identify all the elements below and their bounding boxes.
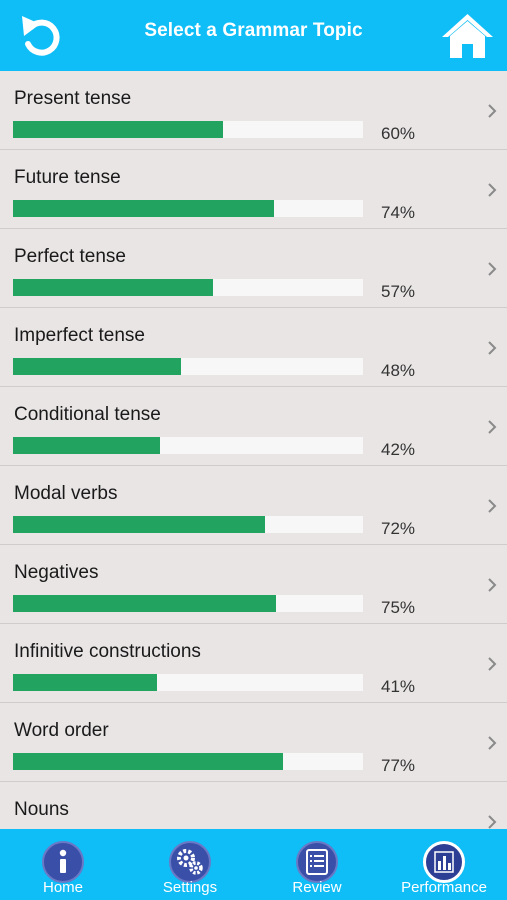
topic-label: Imperfect tense (14, 325, 145, 346)
gears-icon (177, 849, 203, 875)
topic-row[interactable]: Infinitive constructions 41% (0, 624, 507, 703)
tab-label: Settings (162, 879, 218, 896)
progress-percent: 57% (381, 282, 416, 301)
tab-label: Home (42, 879, 83, 896)
topic-row[interactable]: Word order 77% (0, 703, 507, 782)
topic-label: Future tense (14, 167, 121, 188)
topic-label: Nouns (14, 799, 69, 820)
topic-row[interactable]: Conditional tense 42% (0, 387, 507, 466)
chevron-right-icon (488, 578, 497, 592)
topic-row[interactable]: Modal verbs 72% (0, 466, 507, 545)
info-icon (59, 849, 67, 873)
progress-percent: 42% (381, 440, 416, 459)
tab-icon-circle (423, 841, 465, 883)
tab-icon-circle (169, 841, 211, 883)
progress-fill (13, 200, 274, 217)
chevron-right-icon (488, 815, 497, 829)
progress-fill (13, 437, 160, 454)
progress-bar (13, 753, 363, 770)
header-bar: Select a Grammar Topic (0, 0, 507, 71)
topic-list[interactable]: Present tense 60% Future tense 74% Perfe… (0, 71, 507, 829)
tab-performance[interactable]: Performance (381, 829, 507, 900)
chevron-right-icon (488, 499, 497, 513)
tab-icon-circle (296, 841, 338, 883)
tab-label: Performance (401, 879, 487, 896)
progress-bar (13, 516, 363, 533)
progress-percent: 75% (381, 598, 416, 617)
progress-percent: 48% (381, 361, 416, 380)
list-icon (306, 849, 328, 875)
topic-row[interactable]: Present tense 60% (0, 71, 507, 150)
progress-percent: 60% (381, 124, 416, 143)
tab-bar: Home Settings Review Performance (0, 829, 507, 900)
progress-fill (13, 753, 283, 770)
topic-label: Perfect tense (14, 246, 126, 267)
tab-review[interactable]: Review (254, 829, 380, 900)
topic-label: Infinitive constructions (14, 641, 201, 662)
chevron-right-icon (488, 262, 497, 276)
progress-bar (13, 358, 363, 375)
chevron-right-icon (488, 420, 497, 434)
progress-fill (13, 358, 181, 375)
topic-row[interactable]: Perfect tense 57% (0, 229, 507, 308)
topic-row[interactable]: Imperfect tense 48% (0, 308, 507, 387)
page-title: Select a Grammar Topic (144, 20, 363, 41)
topic-label: Word order (14, 720, 109, 741)
progress-bar (13, 279, 363, 296)
chevron-right-icon (488, 657, 497, 671)
progress-bar (13, 121, 363, 138)
house-icon (442, 14, 493, 58)
progress-percent: 41% (381, 677, 416, 696)
progress-bar (13, 674, 363, 691)
bar-chart-icon (434, 851, 454, 873)
topic-label: Modal verbs (14, 483, 118, 504)
home-button[interactable] (440, 12, 495, 60)
topic-label: Present tense (14, 88, 132, 109)
chevron-right-icon (488, 736, 497, 750)
progress-fill (13, 595, 276, 612)
tab-icon-circle (42, 841, 84, 883)
progress-percent: 72% (381, 519, 416, 538)
progress-fill (13, 121, 223, 138)
progress-fill (13, 516, 265, 533)
topic-row[interactable]: Future tense 74% (0, 150, 507, 229)
topic-row[interactable]: Negatives 75% (0, 545, 507, 624)
chevron-right-icon (488, 104, 497, 118)
topic-label: Conditional tense (14, 404, 161, 425)
progress-percent: 74% (381, 203, 416, 222)
tab-label: Review (292, 879, 342, 896)
topic-row[interactable]: Nouns (0, 782, 507, 829)
progress-bar (13, 595, 363, 612)
chevron-right-icon (488, 183, 497, 197)
progress-fill (13, 674, 157, 691)
progress-bar (13, 437, 363, 454)
progress-bar (13, 200, 363, 217)
chevron-right-icon (488, 341, 497, 355)
tab-settings[interactable]: Settings (127, 829, 253, 900)
progress-fill (13, 279, 213, 296)
topic-label: Negatives (14, 562, 99, 583)
progress-percent: 77% (381, 756, 416, 775)
tab-home[interactable]: Home (0, 829, 126, 900)
